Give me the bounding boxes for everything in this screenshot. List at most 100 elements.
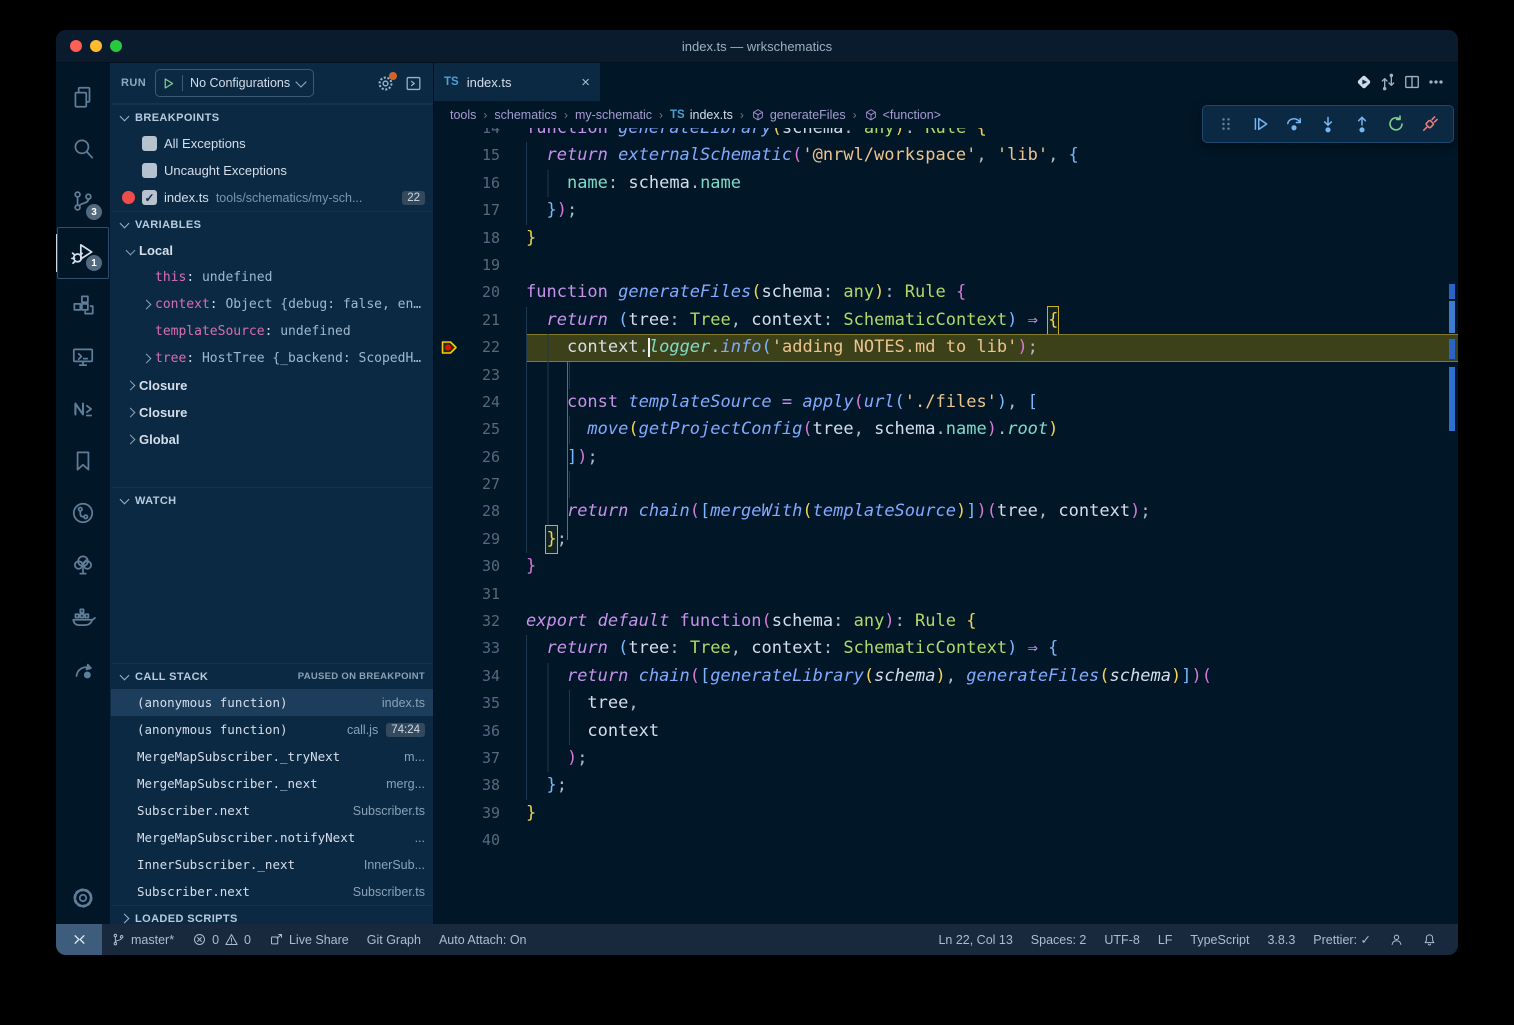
breakpoints-header[interactable]: BREAKPOINTS [111,104,433,130]
chevron-right-icon[interactable] [137,355,155,362]
gutter-line-25[interactable]: 25 [434,416,526,443]
call-stack-frame[interactable]: InnerSubscriber._nextInnerSub... [111,851,433,878]
debug-console-button[interactable] [404,74,423,93]
activity-item-docker[interactable] [58,591,108,643]
gutter-line-21[interactable]: 21 [434,307,526,334]
activity-item-search[interactable] [58,123,108,175]
gutter-line-26[interactable]: 26 [434,444,526,471]
debug-configuration-dropdown[interactable]: No Configurations [155,69,314,97]
code-line-content[interactable] [526,581,1458,608]
gutter-line-27[interactable]: 27 [434,471,526,498]
configure-gear-button[interactable] [376,74,395,93]
code-line-content[interactable] [526,471,1458,498]
statusbar-feedback[interactable] [1380,924,1413,955]
code-line-content[interactable]: return chain([generateLibrary(schema), g… [526,663,1458,690]
close-window-button[interactable] [70,40,82,52]
editor-action-open-changes[interactable] [1378,72,1398,92]
activity-item-manage-gear[interactable] [58,872,108,924]
variables-scope-local[interactable]: Local [111,237,433,264]
activity-item-remote-explorer[interactable] [58,331,108,383]
code-line-content[interactable]: move(getProjectConfig(tree, schema.name)… [526,416,1458,443]
activity-item-source-control[interactable]: 3 [58,175,108,227]
gutter-line-24[interactable]: 24 [434,389,526,416]
gutter-line-29[interactable]: 29 [434,526,526,553]
chevron-down-icon[interactable] [121,247,139,254]
gutter-line-40[interactable]: 40 [434,827,526,854]
breakpoint-row[interactable]: All Exceptions [111,130,433,157]
gutter-line-36[interactable]: 36 [434,718,526,745]
breadcrumb-item-generatefiles[interactable]: generateFiles [751,108,846,122]
watch-header[interactable]: WATCH [111,487,433,513]
breakpoint-checkbox[interactable] [142,163,157,178]
activity-item-bookmarks[interactable] [58,435,108,487]
chevron-right-icon[interactable] [121,409,139,416]
gutter-line-34[interactable]: 34 [434,663,526,690]
code-line-content[interactable]: export default function(schema: any): Ru… [526,608,1458,635]
code-area[interactable]: 14function generateLibrary(schema: any):… [434,128,1458,924]
variables-scope-closure[interactable]: Closure [111,399,433,426]
gutter-line-38[interactable]: 38 [434,772,526,799]
call-stack-frame[interactable]: MergeMapSubscriber._tryNextm... [111,743,433,770]
code-line-content[interactable] [526,362,1458,389]
code-line-content[interactable]: return externalSchematic('@nrwl/workspac… [526,142,1458,169]
code-line-content[interactable]: ]); [526,444,1458,471]
gutter-line-30[interactable]: 30 [434,553,526,580]
statusbar-git-branch[interactable]: master* [102,924,183,955]
code-line-content[interactable]: }); [526,197,1458,224]
gutter-line-23[interactable]: 23 [434,362,526,389]
call-stack-frame[interactable]: (anonymous function)call.js74:24 [111,716,433,743]
breadcrumb-item-myschematic[interactable]: my-schematic [575,108,652,122]
activity-item-git-graph[interactable] [58,487,108,539]
statusbar-remote-indicator[interactable] [56,924,102,955]
statusbar-live-share[interactable]: Live Share [260,924,358,955]
call-stack-frame[interactable]: Subscriber.nextSubscriber.ts [111,878,433,905]
call-stack-frame[interactable]: MergeMapSubscriber._nextmerg... [111,770,433,797]
variable-row[interactable]: context: Object {debug: false, en… [111,291,433,318]
call-stack-frame[interactable]: (anonymous function)index.ts [111,689,433,716]
activity-item-nx-console[interactable] [58,383,108,435]
gutter-line-15[interactable]: 15 [434,142,526,169]
call-stack-header[interactable]: CALL STACK PAUSED ON BREAKPOINT [111,663,433,689]
statusbar-notifications[interactable] [1413,924,1446,955]
chevron-right-icon[interactable] [137,301,155,308]
statusbar-prettier[interactable]: Prettier: ✓ [1304,924,1380,955]
code-line-content[interactable]: context [526,718,1458,745]
gutter-line-18[interactable]: 18 [434,225,526,252]
breakpoint-checkbox[interactable]: ✓ [142,190,157,205]
statusbar-git-graph[interactable]: Git Graph [358,924,430,955]
breadcrumb-item-indexts[interactable]: TSindex.ts [670,108,733,122]
code-line-content[interactable]: return chain([mergeWith(templateSource)]… [526,498,1458,525]
statusbar-language-mode[interactable]: TypeScript [1181,924,1258,955]
code-line-content[interactable]: } [526,800,1458,827]
chevron-right-icon[interactable] [121,382,139,389]
debug-current-line-gutter-icon[interactable] [434,338,464,357]
gutter-line-17[interactable]: 17 [434,197,526,224]
statusbar-eol[interactable]: LF [1149,924,1182,955]
gutter-line-16[interactable]: 16 [434,170,526,197]
activity-item-extensions[interactable] [58,279,108,331]
call-stack-frame[interactable]: MergeMapSubscriber.notifyNext... [111,824,433,851]
code-line-content[interactable]: tree, [526,690,1458,717]
variables-scope-closure[interactable]: Closure [111,372,433,399]
editor-action-run-code[interactable] [1354,72,1374,92]
debug-disconnect-button[interactable] [1415,109,1445,139]
debug-step-over-button[interactable] [1279,109,1309,139]
variable-row[interactable]: tree: HostTree {_backend: ScopedH… [111,345,433,372]
activity-item-todo-tree[interactable] [58,539,108,591]
gutter-line-32[interactable]: 32 [434,608,526,635]
activity-item-run-and-debug[interactable]: 1 [57,227,109,279]
gutter-line-31[interactable]: 31 [434,581,526,608]
debug-continue-button[interactable] [1245,109,1275,139]
statusbar-indentation[interactable]: Spaces: 2 [1022,924,1096,955]
code-line-content[interactable]: }; [526,772,1458,799]
chevron-right-icon[interactable] [121,436,139,443]
statusbar-encoding[interactable]: UTF-8 [1095,924,1148,955]
minimize-window-button[interactable] [90,40,102,52]
editor-action-more-actions[interactable] [1426,72,1446,92]
gutter-line-35[interactable]: 35 [434,690,526,717]
gutter-line-33[interactable]: 33 [434,635,526,662]
code-line-content[interactable]: context.logger.info('adding NOTES.md to … [526,334,1458,361]
code-line-content[interactable]: ); [526,745,1458,772]
breakpoint-checkbox[interactable] [142,136,157,151]
tab-index-ts[interactable]: TS index.ts × [434,63,600,101]
